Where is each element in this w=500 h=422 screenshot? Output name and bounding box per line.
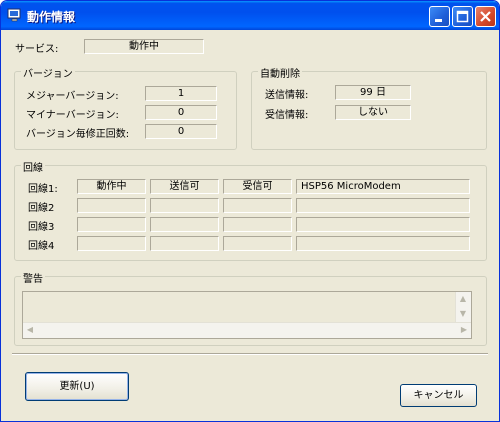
line-status-field (77, 236, 146, 251)
close-button[interactable] (475, 6, 496, 27)
app-icon (7, 8, 23, 23)
line-device-field (296, 198, 470, 213)
line-receive-field (223, 217, 292, 232)
maximize-icon (456, 10, 469, 23)
dialog-window: 動作情報 サービス: 動作中 バージョン メジャーバージョン: 1 マイナーバー… (0, 0, 500, 422)
refresh-button-label: 更新(U) (59, 381, 95, 392)
cancel-button-label: キャンセル (413, 390, 464, 401)
line-label: 回線1: (28, 184, 58, 195)
line-device-field (296, 236, 470, 251)
line-label: 回線3 (28, 222, 55, 233)
line-label: 回線2 (28, 203, 55, 214)
line-status-field (77, 217, 146, 232)
service-label: サービス: (15, 44, 59, 55)
close-icon (480, 11, 491, 22)
version-group-title: バージョン (21, 65, 75, 80)
refresh-button[interactable]: 更新(U) (25, 372, 129, 401)
line-send-field (150, 217, 219, 232)
title-bar[interactable]: 動作情報 (1, 1, 499, 30)
lines-group-title: 回線 (21, 159, 45, 174)
send-info-label: 送信情報: (265, 90, 309, 101)
line-receive-field (223, 236, 292, 251)
scroll-right-icon[interactable]: ▶ (457, 323, 471, 337)
minimize-icon (435, 19, 442, 22)
line-device-field (296, 217, 470, 232)
major-version-field: 1 (145, 86, 217, 101)
line-status-field: 動作中 (77, 179, 146, 194)
line-receive-field (223, 198, 292, 213)
minimize-button[interactable] (429, 6, 450, 27)
line-send-field (150, 236, 219, 251)
vertical-scrollbar[interactable]: ▲ ▼ (455, 292, 471, 322)
auto-delete-group-title: 自動削除 (258, 65, 302, 80)
line-device-field: HSP56 MicroModem (296, 179, 470, 194)
cancel-button[interactable]: キャンセル (400, 384, 477, 407)
receive-info-field: しない (335, 105, 411, 120)
scroll-up-icon[interactable]: ▲ (456, 292, 470, 306)
separator-line (12, 353, 488, 355)
scroll-down-icon[interactable]: ▼ (456, 307, 470, 321)
line-label: 回線4 (28, 241, 55, 252)
line-send-field (150, 198, 219, 213)
horizontal-scrollbar[interactable]: ◀ ▶ (23, 322, 471, 338)
major-version-label: メジャーバージョン: (26, 91, 119, 102)
window-title: 動作情報 (27, 10, 76, 24)
minor-version-label: マイナーバージョン: (26, 110, 119, 121)
patch-count-label: バージョン毎修正回数: (26, 129, 130, 140)
warning-text-area[interactable]: ▲ ▼ ◀ ▶ (22, 291, 472, 339)
minor-version-field: 0 (145, 105, 217, 120)
receive-info-label: 受信情報: (265, 110, 309, 121)
client-area: サービス: 動作中 バージョン メジャーバージョン: 1 マイナーバージョン: … (4, 30, 496, 420)
maximize-button[interactable] (452, 6, 473, 27)
warning-group-title: 警告 (21, 270, 45, 285)
send-info-field: 99 日 (335, 85, 411, 100)
line-send-field: 送信可 (150, 179, 219, 194)
scroll-left-icon[interactable]: ◀ (23, 323, 37, 337)
line-receive-field: 受信可 (223, 179, 292, 194)
service-status-field: 動作中 (84, 39, 204, 54)
line-status-field (77, 198, 146, 213)
patch-count-field: 0 (145, 124, 217, 139)
